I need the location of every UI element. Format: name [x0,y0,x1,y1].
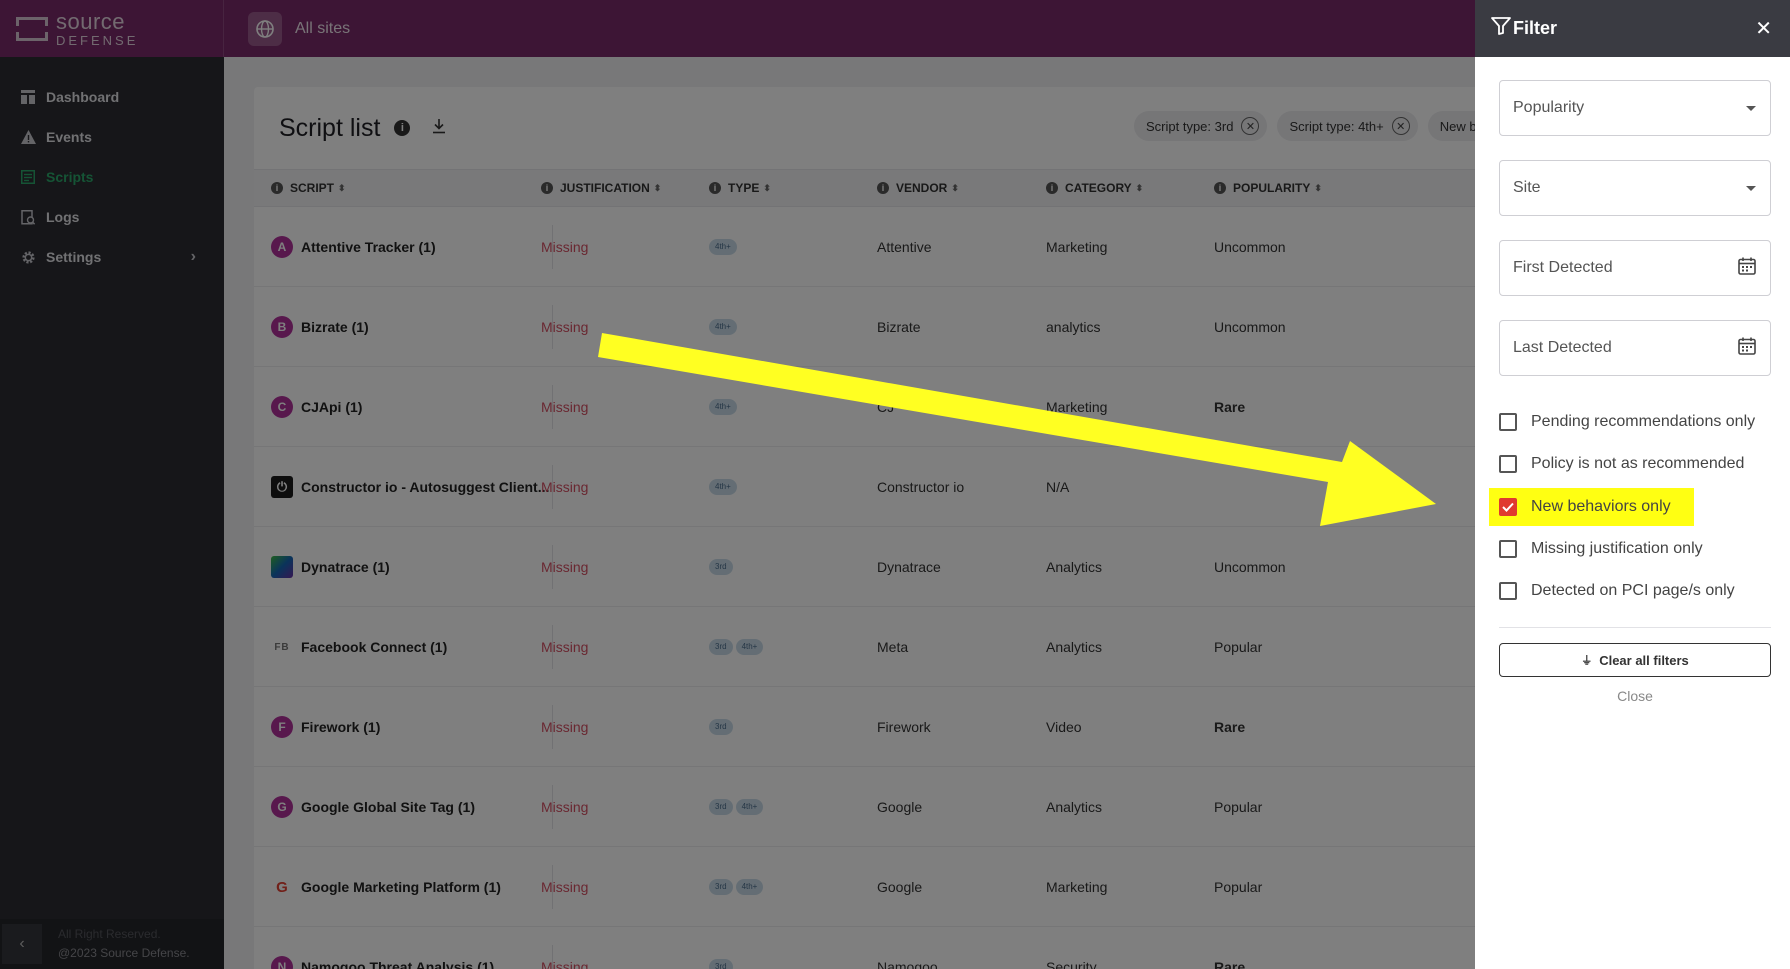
popularity-select[interactable]: Popularity [1499,80,1771,136]
last-detected-placeholder: Last Detected [1513,339,1612,356]
last-detected-date-field[interactable]: Last Detected [1499,320,1771,376]
filter-title: Filter [1513,18,1558,38]
checkbox-label: New behaviors only [1531,498,1671,515]
calendar-icon[interactable] [1738,257,1756,280]
checkbox[interactable] [1499,582,1517,600]
filter-icon [1491,17,1511,40]
caret-down-icon [1746,185,1756,191]
checkbox[interactable] [1499,413,1517,431]
clear-all-filters-button[interactable]: ⏚ Clear all filters [1499,643,1771,677]
modal-backdrop[interactable] [0,0,1475,969]
site-select[interactable]: Site [1499,160,1771,216]
divider [1499,627,1771,628]
close-link[interactable]: Close [1499,688,1771,704]
checkmark-icon [1502,502,1514,512]
checkbox-policy-not-recommended[interactable]: Policy is not as recommended [1499,449,1744,479]
clear-all-filters-label: Clear all filters [1599,652,1689,668]
checkbox[interactable] [1499,455,1517,473]
checkbox-label: Detected on PCI page/s only [1531,582,1735,599]
checkbox-checked[interactable] [1499,498,1517,516]
first-detected-placeholder: First Detected [1513,259,1613,276]
checkbox-label: Missing justification only [1531,540,1703,557]
site-placeholder: Site [1513,179,1541,196]
filter-panel: Filter ✕ Popularity Site First Detected … [1475,0,1790,969]
close-icon[interactable]: ✕ [1755,16,1772,41]
caret-down-icon [1746,105,1756,111]
checkbox-new-behaviors[interactable]: New behaviors only [1499,492,1671,522]
checkbox-missing-justification[interactable]: Missing justification only [1499,534,1703,564]
popularity-placeholder: Popularity [1513,99,1585,116]
first-detected-date-field[interactable]: First Detected [1499,240,1771,296]
checkbox-label: Pending recommendations only [1531,413,1756,430]
calendar-icon[interactable] [1738,337,1756,360]
filter-panel-header: Filter ✕ [1475,0,1790,57]
checkbox-label: Policy is not as recommended [1531,455,1745,472]
checkbox-pci-pages[interactable]: Detected on PCI page/s only [1499,576,1735,606]
clear-filter-icon: ⏚ [1581,655,1593,667]
checkbox[interactable] [1499,540,1517,558]
checkbox-pending-recommendations[interactable]: Pending recommendations only [1499,407,1755,437]
